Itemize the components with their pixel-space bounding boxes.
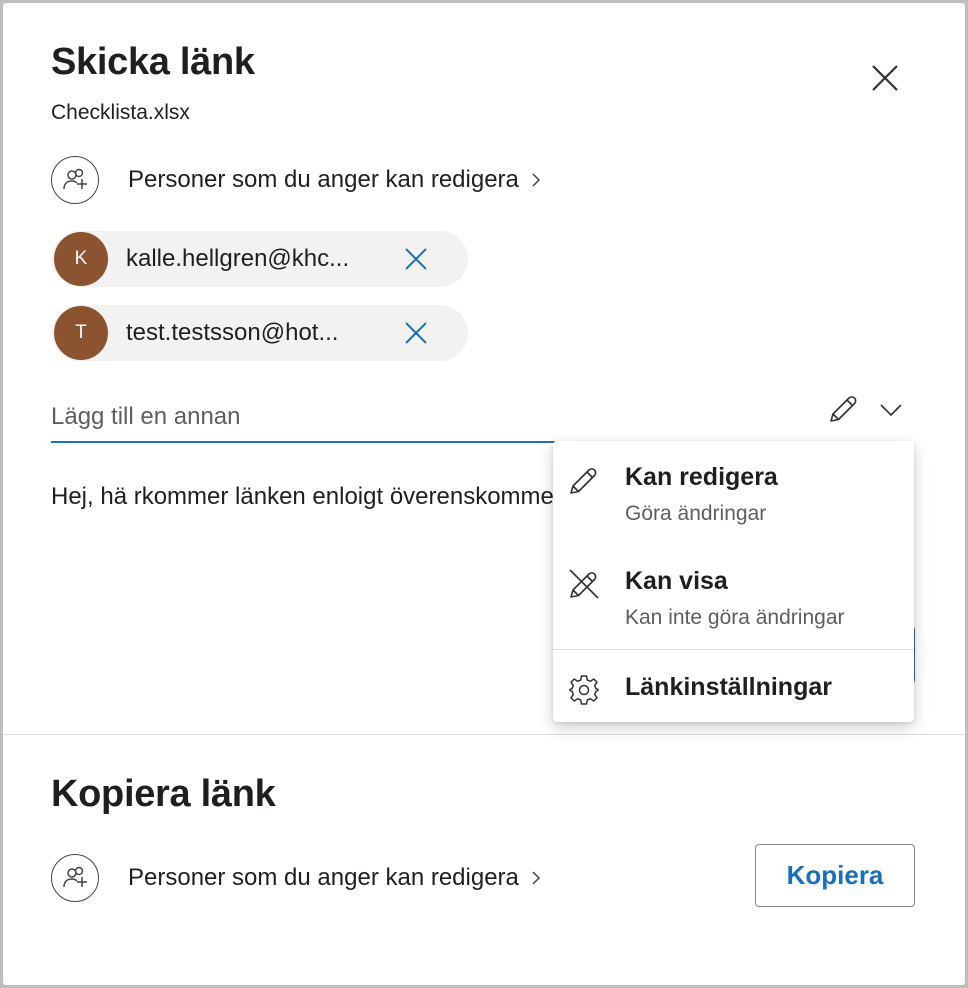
avatar: T <box>54 306 108 360</box>
chevron-right-icon <box>532 173 540 187</box>
permission-label: Personer som du anger kan redigera <box>128 864 519 891</box>
recipient-chip: K kalle.hellgren@khc... <box>52 231 468 287</box>
permission-menu: Kan redigera Göra ändringar Kan visa Kan… <box>553 441 914 722</box>
link-permission-button[interactable]: Personer som du anger kan redigera <box>51 156 541 204</box>
permission-label: Personer som du anger kan redigera <box>128 166 519 193</box>
people-add-icon <box>51 156 99 204</box>
menu-item-label: Kan redigera <box>625 463 778 491</box>
remove-recipient-button[interactable] <box>396 239 436 279</box>
menu-item-label: Länkinställningar <box>625 673 832 701</box>
menu-item-sublabel: Göra ändringar <box>625 502 767 525</box>
copy-button[interactable]: Kopiera <box>755 844 915 907</box>
recipient-email: kalle.hellgren@khc... <box>126 245 350 272</box>
menu-item-can-edit[interactable]: Kan redigera Göra ändringar <box>553 463 914 526</box>
remove-recipient-button[interactable] <box>396 313 436 353</box>
menu-item-sublabel: Kan inte göra ändringar <box>625 606 845 629</box>
menu-item-label: Kan visa <box>625 567 728 595</box>
menu-item-can-view[interactable]: Kan visa Kan inte göra ändringar <box>553 567 914 630</box>
avatar: K <box>54 232 108 286</box>
pencil-off-icon <box>567 567 601 601</box>
chevron-right-icon <box>532 871 540 885</box>
send-link-dialog: Skicka länk Checklista.xlsx Personer som… <box>3 3 965 985</box>
people-add-icon <box>51 854 99 902</box>
gear-icon <box>567 673 601 707</box>
recipient-email: test.testsson@hot... <box>126 319 339 346</box>
section-divider <box>3 734 965 735</box>
add-recipient-input[interactable] <box>51 393 555 443</box>
menu-item-link-settings[interactable]: Länkinställningar <box>553 673 914 707</box>
menu-divider <box>553 649 914 650</box>
pencil-icon <box>567 463 601 497</box>
recipient-chip: T test.testsson@hot... <box>52 305 468 361</box>
dialog-title: Skicka länk <box>51 41 255 83</box>
pencil-icon <box>830 396 857 422</box>
close-icon <box>405 248 427 270</box>
message-text[interactable]: Hej, hä rkommer länken enloigt överensko… <box>51 483 561 511</box>
file-name: Checklista.xlsx <box>51 101 190 124</box>
chevron-down-icon <box>880 404 902 417</box>
close-icon <box>872 65 898 91</box>
close-icon <box>405 322 427 344</box>
close-button[interactable] <box>865 58 905 98</box>
copy-link-permission-button[interactable]: Personer som du anger kan redigera <box>51 854 541 902</box>
permission-dropdown-button[interactable] <box>825 393 903 427</box>
copy-link-title: Kopiera länk <box>51 773 276 815</box>
